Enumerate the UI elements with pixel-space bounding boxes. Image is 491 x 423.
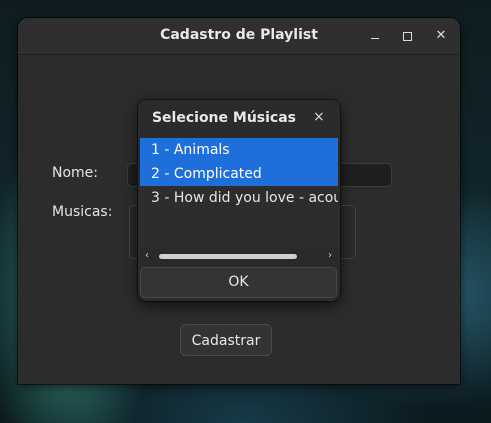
scrollbar-thumb[interactable]: [159, 254, 297, 259]
list-item[interactable]: 1 - Animals: [140, 138, 338, 162]
name-label: Nome:: [52, 165, 99, 181]
cadastrar-button[interactable]: Cadastrar: [180, 324, 272, 356]
title-bar[interactable]: Cadastro de Playlist ✕: [18, 18, 460, 55]
scroll-right-icon[interactable]: ›: [328, 248, 332, 264]
scroll-left-icon[interactable]: ‹: [145, 248, 149, 264]
close-icon[interactable]: ✕: [431, 26, 451, 46]
horizontal-scrollbar[interactable]: ‹ ›: [140, 248, 338, 264]
minimize-icon[interactable]: [365, 26, 385, 46]
select-musics-dialog: Selecione Músicas × 1 - Animals 2 - Comp…: [138, 100, 340, 301]
music-list[interactable]: 1 - Animals 2 - Complicated 3 - How did …: [140, 138, 338, 248]
ok-button[interactable]: OK: [140, 267, 337, 298]
list-item[interactable]: 3 - How did you love - acoustic: [140, 186, 338, 210]
window-title: Cadastro de Playlist: [160, 27, 318, 43]
musics-label: Musicas:: [52, 204, 113, 220]
maximize-icon[interactable]: [397, 26, 417, 46]
list-item[interactable]: 2 - Complicated: [140, 162, 338, 186]
dialog-title: Selecione Músicas: [151, 110, 297, 126]
dialog-close-icon[interactable]: ×: [313, 109, 325, 125]
